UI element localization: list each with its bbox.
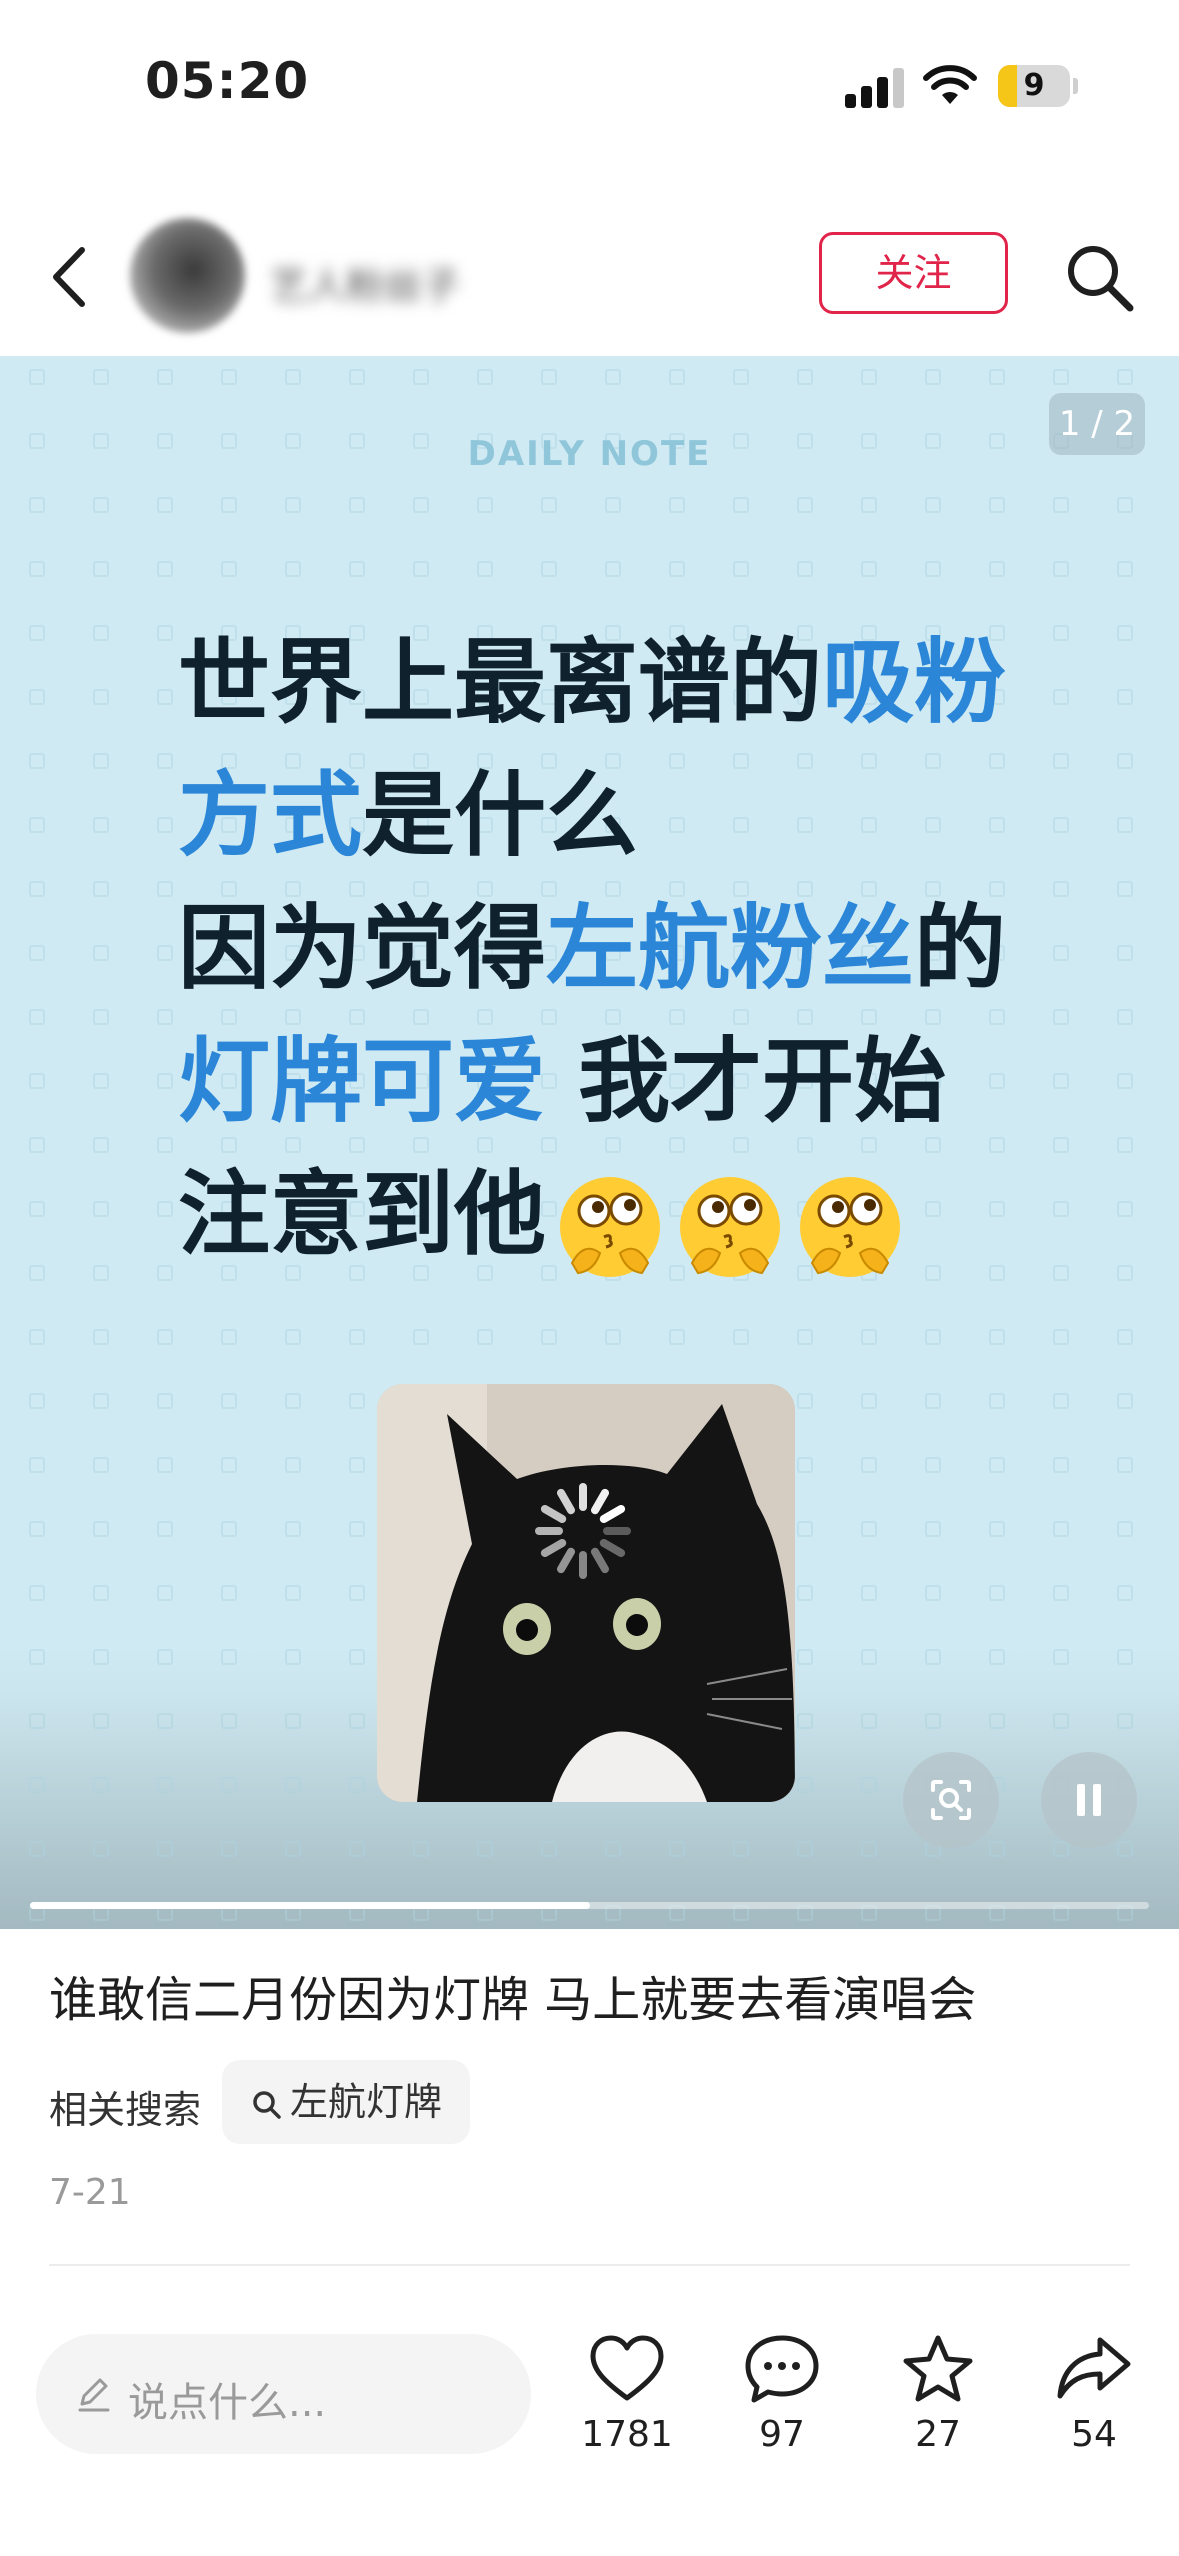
headline-highlight: 左航粉丝 xyxy=(546,895,915,1002)
headline-highlight: 方式 xyxy=(178,762,363,869)
scan-icon xyxy=(931,1780,971,1820)
headline-text: 注意到他 xyxy=(178,1161,547,1268)
headline-text: 世界上最离谱的 xyxy=(178,629,823,736)
post-date: 7-21 xyxy=(49,2172,131,2213)
thinking-kiss-emoji-icon xyxy=(800,1176,901,1277)
thinking-kiss-emoji-icon xyxy=(560,1176,661,1277)
headline-highlight: 灯牌可爱 xyxy=(178,1028,547,1135)
daily-note-label: DAILY NOTE xyxy=(467,434,712,474)
comment-bubble-icon xyxy=(745,2335,819,2403)
wifi-icon xyxy=(923,65,977,104)
image-search-button[interactable] xyxy=(903,1752,999,1848)
headline-text: 我才开始 xyxy=(546,1028,947,1135)
nav-bar: 艺人粉丝子 关注 xyxy=(0,200,1179,355)
comment-button[interactable]: 97 xyxy=(712,2334,852,2504)
follow-button[interactable]: 关注 xyxy=(819,232,1008,314)
headline-text: 因为觉得 xyxy=(178,895,547,1002)
battery-percent: 9 xyxy=(1023,68,1045,103)
spinner-tick xyxy=(599,1505,626,1523)
divider xyxy=(49,2264,1130,2266)
bottom-action-bar: 说点什么... 1781 97 27 54 xyxy=(0,2310,1179,2556)
headline-text: 的 xyxy=(914,895,1007,1002)
comment-count: 97 xyxy=(759,2414,805,2455)
headline-highlight: 吸粉 xyxy=(822,629,1007,736)
spinner-tick xyxy=(540,1505,567,1523)
heart-icon xyxy=(590,2335,664,2401)
author-name[interactable]: 艺人粉丝子 xyxy=(270,255,460,310)
cellular-signal-icon xyxy=(845,68,905,108)
headline-text: 是什么 xyxy=(362,762,639,869)
slideshow-progress[interactable] xyxy=(30,1902,1149,1909)
author-avatar[interactable] xyxy=(130,218,245,333)
status-bar: 05:20 9 xyxy=(0,0,1179,170)
spinner-tick xyxy=(599,1539,626,1557)
share-button[interactable]: 54 xyxy=(1024,2334,1164,2504)
post-caption: 谁敢信二月份因为灯牌 马上就要去看演唱会 xyxy=(49,1972,977,2028)
battery-tip xyxy=(1073,78,1078,94)
spinner-tick xyxy=(540,1539,567,1557)
share-count: 54 xyxy=(1071,2414,1117,2455)
share-arrow-icon xyxy=(1057,2337,1131,2399)
loading-spinner-icon xyxy=(535,1483,631,1579)
related-search-label: 相关搜索 xyxy=(49,2088,202,2132)
status-time: 05:20 xyxy=(145,52,310,110)
emoji-row xyxy=(546,1154,906,1287)
related-search-tag[interactable]: 左航灯牌 xyxy=(222,2060,471,2144)
pause-button[interactable] xyxy=(1041,1752,1137,1848)
related-search-tag-label: 左航灯牌 xyxy=(290,2080,443,2124)
spinner-tick xyxy=(591,1547,609,1574)
star-icon xyxy=(903,2335,973,2402)
back-icon[interactable] xyxy=(40,240,100,315)
thinking-kiss-emoji-icon xyxy=(680,1176,781,1277)
like-button[interactable]: 1781 xyxy=(557,2334,697,2504)
search-icon xyxy=(253,2090,281,2119)
pause-icon xyxy=(1077,1784,1101,1816)
comment-input[interactable]: 说点什么... xyxy=(36,2334,531,2454)
favorite-count: 27 xyxy=(915,2414,961,2455)
battery-icon: 9 xyxy=(998,65,1070,107)
pencil-icon xyxy=(78,2378,110,2412)
post-headline: 世界上最离谱的吸粉 方式是什么 因为觉得左航粉丝的 灯牌可爱 我才开始 注意到他 xyxy=(178,616,1078,1287)
spinner-tick xyxy=(557,1547,575,1574)
post-image[interactable]: 1 / 2 DAILY NOTE 世界上最离谱的吸粉 方式是什么 因为觉得左航粉… xyxy=(0,356,1179,1929)
spinner-tick xyxy=(557,1488,575,1515)
favorite-button[interactable]: 27 xyxy=(868,2334,1008,2504)
slideshow-progress-fill xyxy=(30,1902,590,1909)
comment-placeholder: 说点什么... xyxy=(128,2380,327,2426)
search-icon[interactable] xyxy=(1060,238,1140,318)
spinner-tick xyxy=(591,1488,609,1515)
like-count: 1781 xyxy=(581,2414,673,2455)
